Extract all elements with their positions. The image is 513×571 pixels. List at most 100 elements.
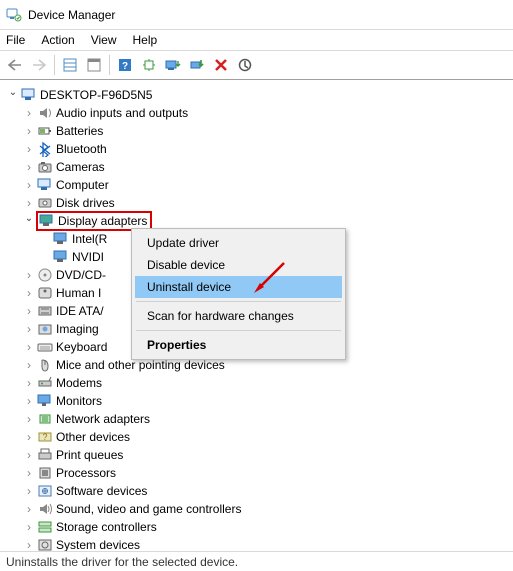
expand-arrow[interactable] [22,518,36,536]
sysdev-icon [36,537,54,551]
tree-item-sysdev[interactable]: System devices [6,536,513,551]
properties-button[interactable] [83,54,105,76]
enable-button[interactable] [186,54,208,76]
ctx-scan-hardware[interactable]: Scan for hardware changes [135,305,342,327]
audio-icon [36,105,54,121]
tree-item-label: Network adapters [56,410,150,428]
tree-item-label: Modems [56,374,102,392]
menu-help[interactable]: Help [133,33,158,47]
expand-arrow[interactable] [22,320,36,338]
tree-item-label: Bluetooth [56,140,107,158]
back-button[interactable] [4,54,26,76]
help-button[interactable]: ? [114,54,136,76]
mice-icon [36,357,54,373]
expand-arrow[interactable] [22,428,36,446]
tree-item-label: Imaging [56,320,99,338]
tree-item-label: Audio inputs and outputs [56,104,188,122]
printq-icon [36,447,54,463]
toolbar: ? [0,50,513,80]
menu-action[interactable]: Action [41,33,74,47]
tree-root[interactable]: DESKTOP-F96D5N5 [6,86,513,104]
expand-arrow[interactable] [22,482,36,500]
expand-arrow[interactable] [22,446,36,464]
expand-arrow[interactable] [22,374,36,392]
tree-item-cameras[interactable]: Cameras [6,158,513,176]
tree-item-bluetooth[interactable]: Bluetooth [6,140,513,158]
diskdrives-icon [36,195,54,211]
update-driver-button[interactable] [162,54,184,76]
expand-arrow[interactable] [22,464,36,482]
tree-item-label: Storage controllers [56,518,157,536]
bluetooth-icon [36,141,54,157]
svg-text:?: ? [42,432,47,442]
softdev-icon [36,483,54,499]
expand-arrow[interactable] [22,104,36,122]
keyboard-icon [36,339,54,355]
tree-item-label: Keyboard [56,338,107,356]
other-icon: ? [36,429,54,445]
tree-item-label: Processors [56,464,116,482]
tree-item-modems[interactable]: Modems [6,374,513,392]
processors-icon [36,465,54,481]
expand-arrow[interactable] [22,338,36,356]
menu-view[interactable]: View [91,33,117,47]
expand-arrow[interactable] [22,176,36,194]
tree-item-audio[interactable]: Audio inputs and outputs [6,104,513,122]
expand-arrow[interactable] [22,266,36,284]
expand-arrow[interactable] [22,212,36,230]
storage-icon [36,519,54,535]
monitors-icon [36,393,54,409]
status-text: Uninstalls the driver for the selected d… [6,555,238,569]
tree-item-label: Monitors [56,392,102,410]
forward-button[interactable] [28,54,50,76]
tree-item-processors[interactable]: Processors [6,464,513,482]
expand-arrow[interactable] [22,284,36,302]
tree-item-softdev[interactable]: Software devices [6,482,513,500]
ctx-update-driver[interactable]: Update driver [135,232,342,254]
tree-item-printq[interactable]: Print queues [6,446,513,464]
expand-arrow[interactable] [22,140,36,158]
root-label: DESKTOP-F96D5N5 [40,86,152,104]
show-hide-tree-button[interactable] [59,54,81,76]
tree-item-sound[interactable]: Sound, video and game controllers [6,500,513,518]
tree-item-diskdrives[interactable]: Disk drives [6,194,513,212]
tree-item-label: DVD/CD- [56,266,106,284]
status-bar: Uninstalls the driver for the selected d… [0,551,513,571]
tree-item-label: Human I [56,284,101,302]
modems-icon [36,375,54,391]
tree-item-label: Print queues [56,446,123,464]
tree-item-label: System devices [56,536,140,551]
expand-arrow[interactable] [22,500,36,518]
ctx-uninstall-device[interactable]: Uninstall device [135,276,342,298]
menu-file[interactable]: File [6,33,25,47]
imaging-icon [36,321,54,337]
hid-icon [36,285,54,301]
expand-arrow[interactable] [22,392,36,410]
app-icon [6,7,22,23]
ctx-properties[interactable]: Properties [135,334,342,356]
expand-arrow[interactable] [22,158,36,176]
expand-arrow[interactable] [22,356,36,374]
uninstall-button[interactable] [210,54,232,76]
scan-button[interactable] [138,54,160,76]
tree-item-label: NVIDI [72,248,104,266]
expand-arrow[interactable] [22,410,36,428]
tree-item-monitors[interactable]: Monitors [6,392,513,410]
tree-item-computer[interactable]: Computer [6,176,513,194]
title-bar: Device Manager [0,0,513,30]
disable-button[interactable] [234,54,256,76]
tree-item-netadapters[interactable]: Network adapters [6,410,513,428]
tree-item-label: Computer [56,176,109,194]
tree-item-label: Intel(R [72,230,107,248]
tree-item-storage[interactable]: Storage controllers [6,518,513,536]
tree-item-label: IDE ATA/ [56,302,104,320]
display-adapter-icon [52,231,70,247]
expand-arrow[interactable] [22,536,36,551]
ctx-disable-device[interactable]: Disable device [135,254,342,276]
tree-item-batteries[interactable]: Batteries [6,122,513,140]
dvd-icon [36,267,54,283]
tree-item-other[interactable]: ?Other devices [6,428,513,446]
computer-icon [36,177,54,193]
expand-arrow[interactable] [22,122,36,140]
expand-arrow[interactable] [22,302,36,320]
